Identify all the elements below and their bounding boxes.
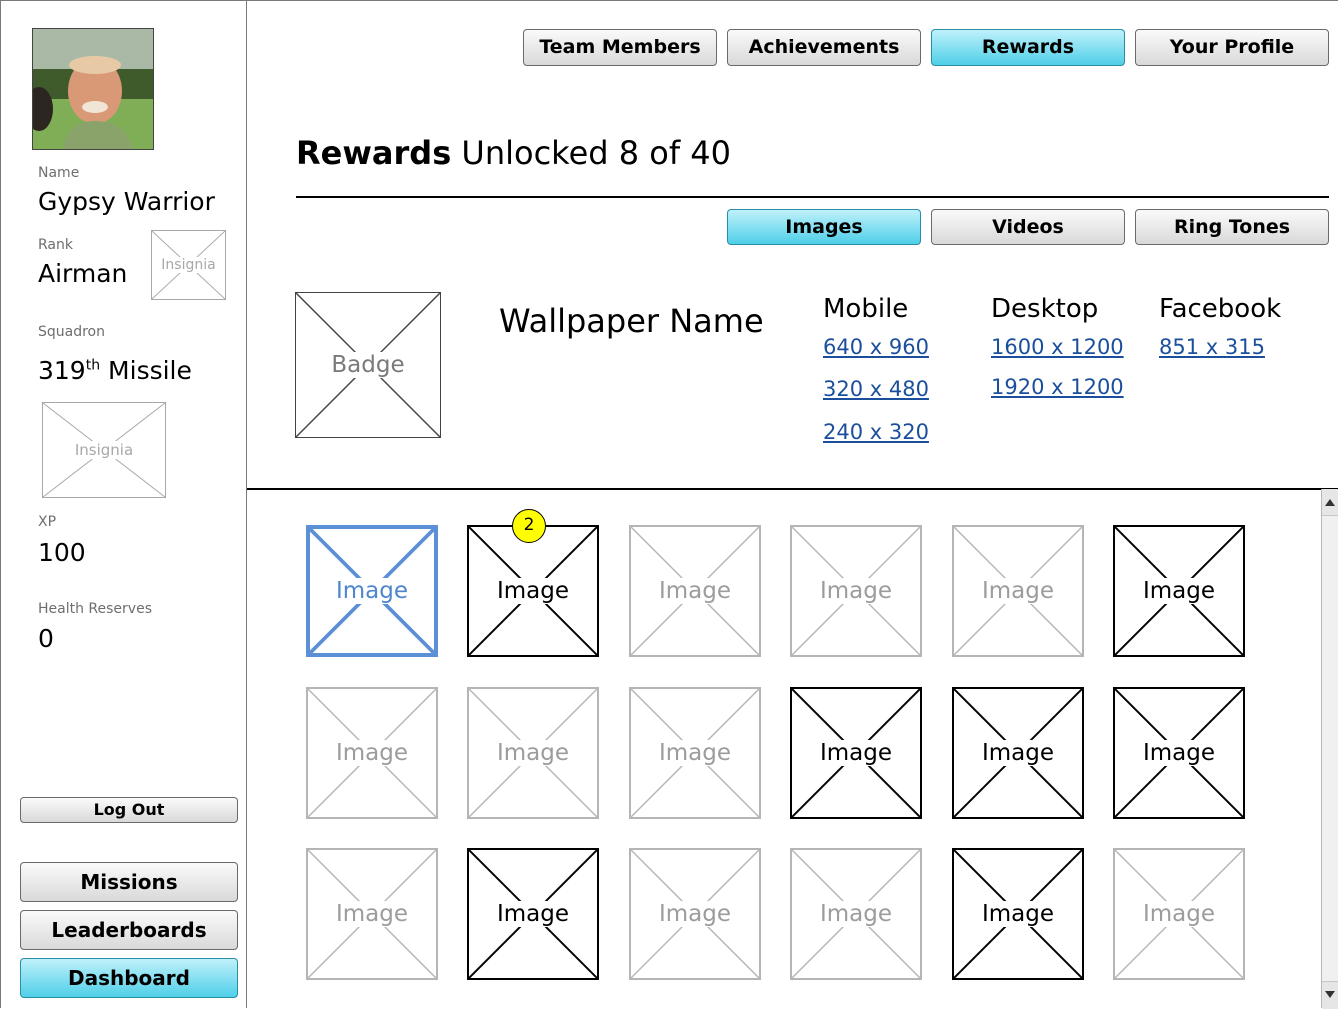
- mobile-240x320-link[interactable]: 240 x 320: [823, 420, 929, 444]
- badge-placeholder: Badge: [295, 292, 441, 438]
- health-label: Health Reserves: [38, 601, 152, 617]
- new-count-badge: 2: [512, 509, 546, 543]
- reward-image-tile[interactable]: Image: [1113, 687, 1245, 819]
- logout-button[interactable]: Log Out: [20, 797, 238, 823]
- tile-label: Image: [656, 901, 734, 927]
- reward-image-tile[interactable]: Image: [629, 525, 761, 657]
- tile-label: Image: [817, 740, 895, 766]
- tab-ring-tones[interactable]: Ring Tones: [1135, 209, 1329, 245]
- sidebar: Name Gypsy Warrior Rank Airman Insignia …: [0, 0, 247, 1008]
- tile-label: Image: [333, 740, 411, 766]
- image-grid: Image Image Image Image Image Image Image Image…: [247, 489, 1321, 1008]
- facebook-heading: Facebook: [1159, 294, 1282, 324]
- avatar: [32, 28, 154, 150]
- tile-label: Image: [979, 578, 1057, 604]
- reward-image-tile[interactable]: Image: [467, 687, 599, 819]
- reward-image-tile[interactable]: Image: [790, 525, 922, 657]
- name-label: Name: [38, 165, 80, 181]
- tile-label: Image: [817, 578, 895, 604]
- tile-label: Image: [817, 901, 895, 927]
- mobile-320x480-link[interactable]: 320 x 480: [823, 377, 929, 401]
- tile-label: Image: [656, 740, 734, 766]
- health-value: 0: [38, 624, 54, 653]
- reward-image-tile[interactable]: Image: [306, 848, 438, 980]
- tab-team-members[interactable]: Team Members: [523, 29, 717, 66]
- reward-image-tile[interactable]: Image: [467, 525, 599, 657]
- squadron-label: Squadron: [38, 324, 105, 340]
- squadron-insignia-placeholder: Insignia: [42, 402, 166, 498]
- tile-label: Image: [333, 578, 411, 604]
- tile-label: Image: [656, 578, 734, 604]
- rank-insignia-placeholder: Insignia: [151, 230, 226, 300]
- tile-label: Image: [494, 901, 572, 927]
- reward-image-tile[interactable]: Image: [790, 687, 922, 819]
- tile-label: Image: [494, 578, 572, 604]
- reward-image-tile[interactable]: Image: [629, 848, 761, 980]
- reward-image-tile[interactable]: Image: [952, 848, 1084, 980]
- reward-image-tile[interactable]: Image: [952, 525, 1084, 657]
- tab-images[interactable]: Images: [727, 209, 921, 245]
- tile-label: Image: [1140, 740, 1218, 766]
- tile-label: Image: [494, 740, 572, 766]
- tab-your-profile[interactable]: Your Profile: [1135, 29, 1329, 66]
- xp-value: 100: [38, 538, 86, 567]
- reward-image-tile[interactable]: Image: [1113, 525, 1245, 657]
- tile-label: Image: [979, 901, 1057, 927]
- squadron-value: 319th Missile: [38, 356, 192, 385]
- reward-image-tile[interactable]: Image: [629, 687, 761, 819]
- tab-achievements[interactable]: Achievements: [727, 29, 921, 66]
- mobile-heading: Mobile: [823, 294, 909, 324]
- leaderboards-button[interactable]: Leaderboards: [20, 910, 238, 950]
- desktop-1920x1200-link[interactable]: 1920 x 1200: [991, 375, 1124, 399]
- facebook-851x315-link[interactable]: 851 x 315: [1159, 335, 1265, 359]
- rank-value: Airman: [38, 259, 128, 288]
- tab-rewards[interactable]: Rewards: [931, 29, 1125, 66]
- page-title-main: Rewards: [296, 134, 452, 172]
- reward-image-tile[interactable]: Image: [306, 687, 438, 819]
- tile-label: Image: [1140, 578, 1218, 604]
- page-title: Rewards Unlocked 8 of 40: [296, 134, 731, 172]
- unlock-count: Unlocked 8 of 40: [461, 134, 731, 172]
- reward-image-tile[interactable]: Image: [790, 848, 922, 980]
- rank-label: Rank: [38, 237, 73, 253]
- vertical-scrollbar[interactable]: [1321, 489, 1338, 1009]
- desktop-heading: Desktop: [991, 294, 1099, 324]
- missions-button[interactable]: Missions: [20, 862, 238, 902]
- reward-image-tile[interactable]: Image: [467, 848, 599, 980]
- dashboard-button[interactable]: Dashboard: [20, 958, 238, 998]
- desktop-1600x1200-link[interactable]: 1600 x 1200: [991, 335, 1124, 359]
- user-name: Gypsy Warrior: [38, 187, 215, 216]
- heading-divider: [296, 196, 1329, 198]
- reward-image-tile[interactable]: Image: [952, 687, 1084, 819]
- tile-label: Image: [1140, 901, 1218, 927]
- wallpaper-name: Wallpaper Name: [499, 302, 764, 340]
- tile-label: Image: [979, 740, 1057, 766]
- scroll-down-button[interactable]: [1322, 981, 1338, 1009]
- scroll-up-button[interactable]: [1322, 489, 1338, 516]
- xp-label: XP: [38, 514, 57, 530]
- tab-videos[interactable]: Videos: [931, 209, 1125, 245]
- reward-image-tile[interactable]: Image: [1113, 848, 1245, 980]
- tile-label: Image: [333, 901, 411, 927]
- reward-image-tile[interactable]: Image: [306, 525, 438, 657]
- mobile-640x960-link[interactable]: 640 x 960: [823, 335, 929, 359]
